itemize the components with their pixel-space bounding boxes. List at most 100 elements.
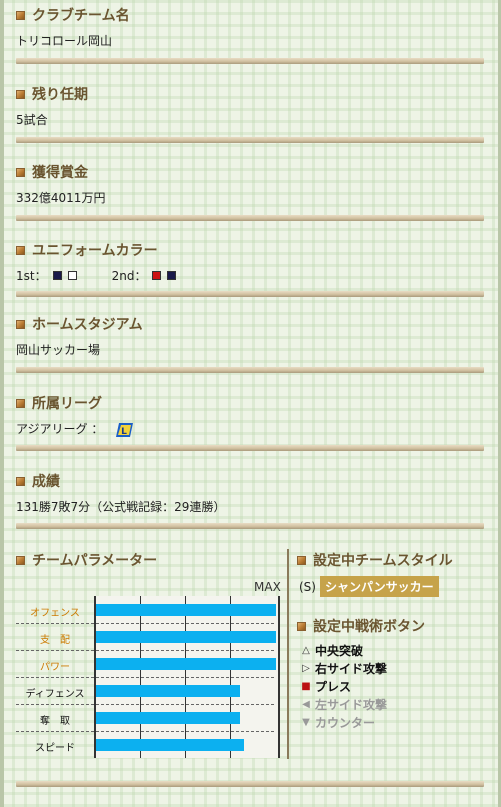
team-style-heading: 設定中チームスタイル <box>297 550 453 570</box>
bullet-icon <box>16 555 25 565</box>
bullet-icon <box>16 167 25 177</box>
tactic-label: 右サイド攻撃 <box>315 661 388 676</box>
parameter-bar <box>96 631 276 643</box>
parameters-title: チームパラメーター <box>32 553 158 569</box>
red-square-icon: ■ <box>301 680 311 692</box>
bullet-icon <box>16 89 25 99</box>
tactic-item[interactable]: ■ プレス <box>299 677 387 695</box>
tactics-list: △ 中央突破 ▷ 右サイド攻撃 ■ プレス ◀ 左サイド攻撃 ▼ カウンター <box>299 641 387 731</box>
league-name: アジアリーグ ： <box>16 422 104 436</box>
team-style-title: 設定中チームスタイル <box>313 553 453 569</box>
prize-heading: 獲得賞金 <box>16 162 88 182</box>
term-title: 残り任期 <box>32 87 88 103</box>
parameter-label: 奪 取 <box>40 716 70 727</box>
divider <box>16 781 484 787</box>
record-value: 131勝7敗7分（公式戦記録：29連勝） <box>16 500 226 514</box>
tactic-label: カウンター <box>315 715 376 730</box>
team-style-value: (S) シャンパンサッカー <box>299 576 439 597</box>
club-name-value: トリコロール岡山 <box>16 34 113 48</box>
bullet-icon <box>16 10 25 20</box>
left-frame <box>0 0 4 807</box>
stadium-title: ホームスタジアム <box>32 317 143 333</box>
column-separator <box>287 549 289 759</box>
tactic-label: 中央突破 <box>315 643 364 658</box>
parameter-bar <box>96 658 276 670</box>
triangle-up-outline-icon: △ <box>302 644 310 656</box>
stadium-heading: ホームスタジアム <box>16 314 143 334</box>
term-value: 5試合 <box>16 113 48 127</box>
prize-value: 332億4011万円 <box>16 191 106 205</box>
tactics-heading: 設定中戦術ボタン <box>297 616 425 636</box>
parameter-bar <box>96 685 240 697</box>
row-separator <box>16 731 274 732</box>
bullet-icon <box>16 319 25 329</box>
tactics-title: 設定中戦術ボタン <box>313 619 425 635</box>
triangle-left-icon: ◀ <box>302 698 310 710</box>
term-section: 残り任期 5試合 <box>16 84 484 127</box>
parameter-label: ディフェンス <box>25 689 85 700</box>
tactic-label: プレス <box>315 679 352 694</box>
triangle-right-outline-icon: ▷ <box>302 662 310 674</box>
league-title: 所属リーグ <box>32 396 102 412</box>
stadium-value: 岡山サッカー場 <box>16 343 101 357</box>
parameter-bar <box>96 712 240 724</box>
svg-text:L: L <box>121 427 127 437</box>
tactic-item[interactable]: ▷ 右サイド攻撃 <box>299 659 387 677</box>
divider <box>16 523 484 529</box>
club-name-section: クラブチーム名 トリコロール岡山 <box>16 5 484 48</box>
term-heading: 残り任期 <box>16 84 88 104</box>
uniform-section: ユニフォームカラー 1st： 2nd： <box>16 240 484 283</box>
bullet-icon <box>16 398 25 408</box>
divider <box>16 445 484 451</box>
league-heading: 所属リーグ <box>16 393 102 413</box>
bullet-icon <box>16 245 25 255</box>
tactic-label: 左サイド攻撃 <box>315 697 388 712</box>
divider <box>16 137 484 143</box>
parameter-label: スピード <box>35 743 75 754</box>
parameter-bar <box>96 604 276 616</box>
parameter-bar <box>96 739 244 751</box>
divider <box>16 291 484 297</box>
parameter-chart: オフェンス支 配パワーディフェンス奪 取スピード <box>16 596 284 760</box>
second-kit-color-1 <box>152 271 162 280</box>
tactic-item[interactable]: ◀ 左サイド攻撃 <box>299 695 387 713</box>
parameter-label: オフェンス <box>30 608 80 619</box>
divider <box>16 58 484 64</box>
record-heading: 成績 <box>16 471 60 491</box>
record-title: 成績 <box>32 474 60 490</box>
parameters-heading: チームパラメーター <box>16 550 157 570</box>
first-kit-label: 1st： <box>16 269 47 283</box>
triangle-down-icon: ▼ <box>302 716 310 728</box>
club-name-title: クラブチーム名 <box>32 8 130 24</box>
max-label: MAX <box>254 580 281 594</box>
team-style-prefix: (S) <box>299 579 316 594</box>
row-separator <box>16 623 274 624</box>
tactic-item[interactable]: ▼ カウンター <box>299 713 387 731</box>
uniform-colors: 1st： 2nd： <box>16 267 179 284</box>
record-section: 成績 131勝7敗7分（公式戦記録：29連勝） <box>16 471 484 514</box>
tactic-item[interactable]: △ 中央突破 <box>299 641 387 659</box>
row-separator <box>16 704 274 705</box>
first-kit-color-1 <box>52 271 62 280</box>
bullet-icon <box>297 555 306 565</box>
league-value: アジアリーグ ： L <box>16 420 135 438</box>
team-style-badge[interactable]: シャンパンサッカー <box>319 576 439 597</box>
bullet-icon <box>16 476 25 486</box>
league-logo-icon[interactable]: L <box>115 422 135 438</box>
stadium-section: ホームスタジアム 岡山サッカー場 <box>16 314 484 357</box>
first-kit-color-2 <box>67 271 77 280</box>
row-separator <box>16 677 274 678</box>
club-name-heading: クラブチーム名 <box>16 5 130 25</box>
divider <box>16 367 484 373</box>
parameter-label: パワー <box>40 662 70 673</box>
uniform-title: ユニフォームカラー <box>32 243 158 259</box>
row-separator <box>16 650 274 651</box>
second-kit-color-2 <box>167 271 177 280</box>
bullet-icon <box>297 621 306 631</box>
parameter-label: 支 配 <box>40 635 70 646</box>
prize-title: 獲得賞金 <box>32 165 88 181</box>
second-kit-label: 2nd： <box>111 269 147 283</box>
league-section: 所属リーグ アジアリーグ ： L <box>16 393 484 437</box>
prize-section: 獲得賞金 332億4011万円 <box>16 162 484 205</box>
divider <box>16 215 484 221</box>
